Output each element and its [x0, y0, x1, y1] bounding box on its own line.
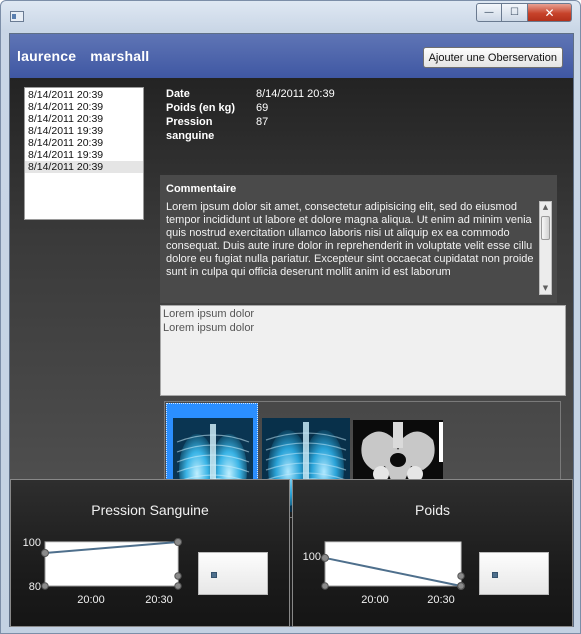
scroll-up-arrow-icon[interactable]: ▲ — [540, 202, 551, 213]
observation-date-item[interactable]: 8/14/2011 20:39 — [25, 101, 143, 113]
comment-line: quis nostrud exercitation ullamco labori… — [166, 227, 510, 239]
title-bar[interactable]: — ☐ ✕ — [1, 1, 580, 33]
legend-series-swatch — [492, 572, 498, 578]
resize-handle — [457, 572, 465, 580]
chart-legend — [479, 552, 549, 595]
x-tick-label: 20:30 — [427, 594, 455, 606]
pressure-row: Pression sanguine 87 — [166, 115, 335, 142]
comment-line: Lorem ipsum dolor sit amet, consectetur … — [166, 201, 517, 213]
weight-row: Poids (en kg) 69 — [166, 101, 335, 115]
add-observation-button[interactable]: Ajouter une Oberservation — [422, 47, 563, 68]
observation-date-item[interactable]: 8/14/2011 20:39 — [25, 89, 143, 101]
client-area: laurence marshall Ajouter une Oberservati… — [9, 33, 574, 627]
plot-area — [324, 541, 462, 587]
notes-line: Lorem ipsum dolor — [163, 322, 255, 334]
pressure-value: 87 — [256, 116, 269, 128]
observation-date-item[interactable]: 8/14/2011 20:39 — [25, 113, 143, 125]
date-value: 8/14/2011 20:39 — [256, 88, 335, 100]
patient-last-name: marshall — [90, 48, 150, 64]
application-window: — ☐ ✕ laurence marshall Ajouter une Obers… — [0, 0, 581, 634]
chart-legend — [198, 552, 268, 595]
observation-date-list[interactable]: 8/14/2011 20:39 8/14/2011 20:39 8/14/2011 … — [24, 87, 144, 220]
date-label: Date — [166, 88, 190, 100]
patient-header: laurence marshall Ajouter une Oberservati… — [10, 34, 573, 78]
data-point — [174, 538, 182, 546]
notes-textbox[interactable]: Lorem ipsum dolor Lorem ipsum dolor — [160, 305, 566, 396]
y-tick-label: 80 — [29, 581, 41, 593]
observation-detail-area: 8/14/2011 20:39 8/14/2011 20:39 8/14/2011 … — [10, 78, 573, 518]
data-point — [321, 553, 329, 562]
x-tick-label: 20:00 — [361, 594, 389, 606]
comment-text[interactable]: Lorem ipsum dolor sit amet, consectetur … — [166, 201, 538, 279]
scroll-down-arrow-icon[interactable]: ▼ — [540, 283, 551, 294]
pressure-label: Pression sanguine — [166, 116, 215, 142]
data-point — [41, 549, 49, 557]
comment-panel: Commentaire Lorem ipsum dolor sit amet, … — [160, 175, 557, 303]
observation-date-item[interactable]: 8/14/2011 19:39 — [25, 149, 143, 161]
observation-date-item[interactable]: 8/14/2011 20:39 — [25, 161, 143, 173]
x-tick-label: 20:00 — [77, 594, 105, 606]
plot-area — [44, 541, 179, 587]
resize-handle — [174, 582, 182, 590]
comment-scrollbar[interactable]: ▲ ▼ — [539, 201, 552, 295]
weight-chart-panel: Poids 100 20:00 20:30 — [292, 479, 573, 627]
maximize-button[interactable]: ☐ — [502, 3, 528, 22]
patient-name: laurence marshall — [17, 48, 149, 64]
comment-line: consequat. Duis aute irure dolor in repr… — [166, 240, 533, 252]
caption-buttons: — ☐ ✕ — [476, 3, 572, 23]
comment-line: dolore eu fugiat nulla pariatur. Excepte… — [166, 253, 534, 265]
weight-label: Poids (en kg) — [166, 102, 236, 114]
observation-date-item[interactable]: 8/14/2011 19:39 — [25, 125, 143, 137]
resize-handle — [174, 572, 182, 580]
resize-handle — [321, 582, 329, 590]
minimize-button[interactable]: — — [476, 3, 502, 22]
x-tick-label: 20:30 — [145, 594, 173, 606]
scroll-thumb[interactable] — [541, 216, 550, 240]
y-tick-label: 100 — [23, 537, 41, 549]
y-tick-label: 100 — [303, 551, 321, 563]
observation-date-item[interactable]: 8/14/2011 20:39 — [25, 137, 143, 149]
notes-line: Lorem ipsum dolor — [163, 308, 255, 320]
resize-handle — [41, 582, 49, 590]
close-button[interactable]: ✕ — [528, 3, 572, 22]
comment-line: tempor incididunt ut labore et dolore ma… — [166, 214, 532, 226]
observation-info: Date 8/14/2011 20:39 Poids (en kg) 69 Pr… — [166, 87, 335, 142]
weight-value: 69 — [256, 102, 269, 114]
patient-first-name: laurence — [17, 48, 77, 64]
blood-pressure-chart-panel: Pression Sanguine 80 100 20:00 20:30 — [10, 479, 290, 627]
date-row: Date 8/14/2011 20:39 — [166, 87, 335, 101]
comment-line: sunt in culpa qui officia deserunt molli… — [166, 266, 451, 278]
resize-handle — [457, 582, 465, 590]
app-icon[interactable] — [10, 11, 24, 22]
legend-series-swatch — [211, 572, 217, 578]
comment-title: Commentaire — [166, 183, 237, 195]
